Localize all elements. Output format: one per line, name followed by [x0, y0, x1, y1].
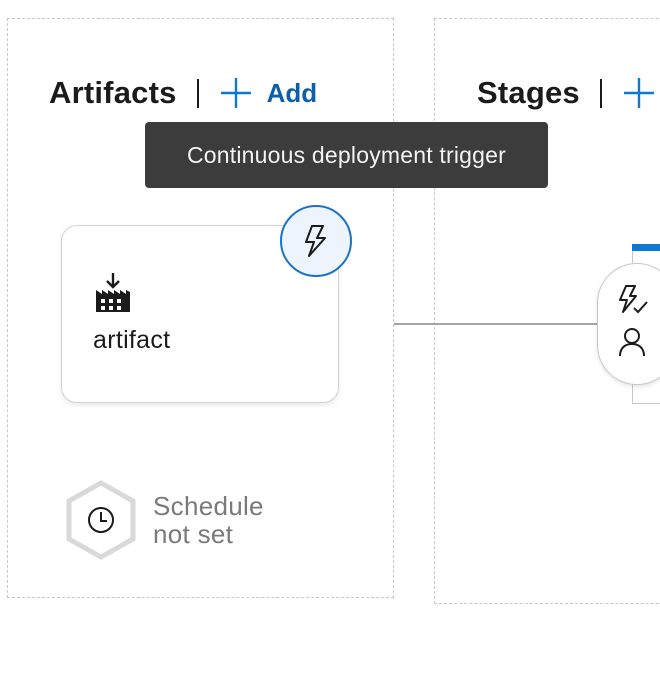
- schedule-line-2: not set: [153, 519, 234, 549]
- build-artifact-icon: [96, 273, 130, 312]
- release-pipeline-canvas: Artifacts Add Stages artifact Continuous…: [0, 0, 660, 694]
- stages-title: Stages: [477, 75, 580, 110]
- pipeline-connector: [394, 323, 600, 325]
- plus-icon: [623, 78, 654, 108]
- lightning-check-icon: [619, 285, 648, 314]
- schedule-status: Schedule not set: [153, 492, 264, 548]
- add-stage-button[interactable]: [622, 76, 656, 110]
- stage-card-accent: [632, 244, 660, 251]
- trigger-tooltip: Continuous deployment trigger: [145, 122, 548, 188]
- header-divider: [196, 78, 199, 108]
- stages-header: Stages: [477, 73, 656, 113]
- continuous-deployment-trigger-button[interactable]: [280, 205, 352, 277]
- schedule-line-1: Schedule: [153, 491, 264, 521]
- plus-icon: [220, 78, 251, 108]
- artifacts-title: Artifacts: [49, 75, 177, 110]
- lightning-icon: [305, 225, 326, 257]
- artifacts-header: Artifacts Add: [49, 73, 317, 113]
- add-artifact-label: Add: [266, 77, 318, 108]
- artifact-name: artifact: [93, 326, 171, 354]
- person-icon: [619, 328, 645, 357]
- clock-icon: [66, 480, 136, 560]
- schedule-trigger[interactable]: Schedule not set: [65, 480, 264, 560]
- add-artifact-button[interactable]: Add: [219, 76, 318, 110]
- pre-deployment-conditions-button[interactable]: [597, 263, 660, 385]
- header-divider: [599, 78, 602, 108]
